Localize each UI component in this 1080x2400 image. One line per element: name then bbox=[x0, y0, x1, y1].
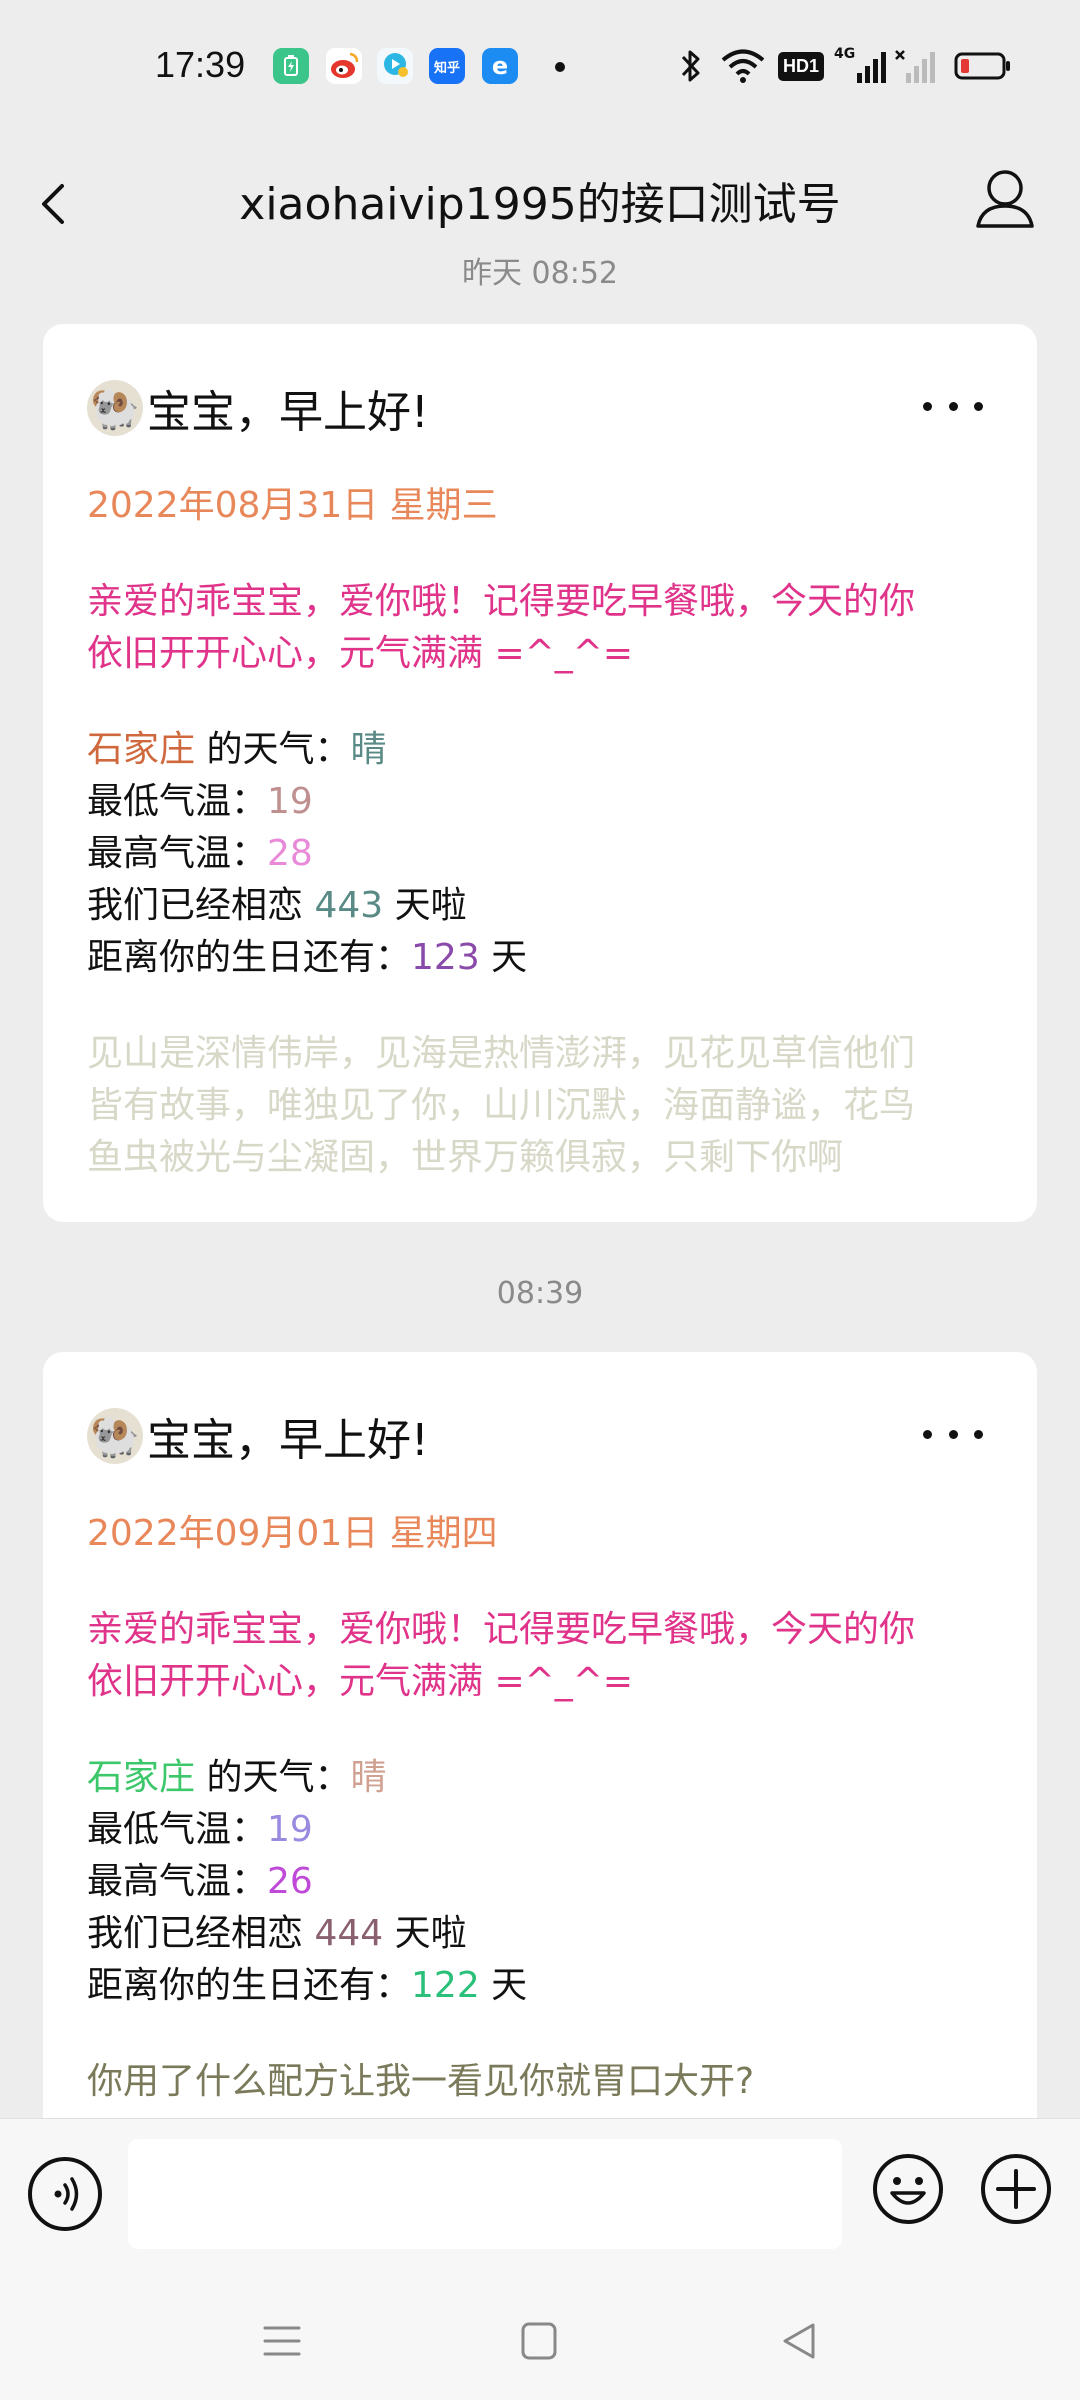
voice-input-button[interactable] bbox=[28, 2157, 102, 2231]
back-triangle-icon bbox=[783, 2323, 815, 2359]
message-date: 2022年08月31日 星期三 bbox=[87, 485, 498, 526]
message-card[interactable]: 🐏 宝宝，早上好! 2022年09月01日 星期四 亲爱的乖宝宝，爱你哦！记得要… bbox=[43, 1352, 1037, 2152]
love-days-line: 我们已经相恋 444 天啦 bbox=[87, 1913, 467, 1954]
city-name: 石家庄 bbox=[87, 729, 196, 770]
card-title: 宝宝，早上好! bbox=[147, 387, 429, 438]
low-temp-value: 19 bbox=[267, 1809, 313, 1850]
birthday-value: 123 bbox=[411, 937, 480, 978]
quote-line: 你用了什么配方让我一看见你就胃口大开? bbox=[87, 2061, 755, 2102]
notification-dot-icon bbox=[555, 62, 565, 72]
more-options-button[interactable] bbox=[923, 386, 983, 426]
birthday-line: 距离你的生日还有：123 天 bbox=[87, 937, 528, 978]
love-message-line: 依旧开开心心，元气满满 =^_^= bbox=[87, 633, 634, 674]
video-app-icon bbox=[377, 48, 413, 84]
home-square-icon bbox=[521, 2322, 557, 2360]
quote-line: 皆有故事，唯独见了你，山川沉默，海面静谧，花鸟 bbox=[87, 1085, 916, 1126]
weather-value: 晴 bbox=[350, 729, 387, 770]
high-temp-line: 最高气温：28 bbox=[87, 833, 313, 874]
love-days-value: 444 bbox=[314, 1913, 384, 1954]
bluetooth-icon bbox=[678, 46, 704, 86]
battery-icon bbox=[954, 46, 1012, 86]
zhihu-icon: 知乎 bbox=[429, 48, 465, 84]
birthday-value: 122 bbox=[411, 1965, 480, 2006]
home-button[interactable] bbox=[515, 2316, 565, 2366]
more-functions-button[interactable] bbox=[978, 2151, 1054, 2227]
emoji-button[interactable] bbox=[870, 2151, 946, 2227]
love-days-line: 我们已经相恋 443 天啦 bbox=[87, 885, 467, 926]
weather-value: 晴 bbox=[350, 1757, 387, 1798]
status-time: 17:39 bbox=[155, 44, 246, 85]
weather-line: 石家庄 的天气：晴 bbox=[87, 729, 387, 770]
low-temp-line: 最低气温：19 bbox=[87, 781, 313, 822]
love-message-line: 亲爱的乖宝宝，爱你哦！记得要吃早餐哦，今天的你 bbox=[87, 581, 916, 622]
city-name: 石家庄 bbox=[87, 1757, 196, 1798]
love-message-line: 亲爱的乖宝宝，爱你哦！记得要吃早餐哦，今天的你 bbox=[87, 1609, 916, 1650]
battery-saver-icon bbox=[273, 48, 309, 84]
sheep-avatar-icon: 🐏 bbox=[87, 1408, 143, 1464]
message-input-bar bbox=[0, 2118, 1080, 2278]
menu-icon bbox=[263, 2326, 301, 2356]
weather-line: 石家庄 的天气：晴 bbox=[87, 1757, 387, 1798]
message-timestamp: 08:39 bbox=[496, 1276, 584, 1311]
sheep-avatar-icon: 🐏 bbox=[87, 380, 143, 436]
message-date: 2022年09月01日 星期四 bbox=[87, 1513, 498, 1554]
low-temp-line: 最低气温：19 bbox=[87, 1809, 313, 1850]
card-title: 宝宝，早上好! bbox=[147, 1415, 429, 1466]
message-text-input[interactable] bbox=[128, 2139, 842, 2249]
message-timestamp: 昨天 08:52 bbox=[462, 256, 618, 291]
smiley-icon bbox=[873, 2154, 943, 2224]
love-days-value: 443 bbox=[314, 885, 384, 926]
menu-button[interactable] bbox=[257, 2316, 307, 2366]
high-temp-line: 最高气温：26 bbox=[87, 1861, 313, 1902]
more-options-button[interactable] bbox=[923, 1414, 983, 1454]
back-nav-button[interactable] bbox=[775, 2316, 825, 2366]
quote-line: 见山是深情伟岸，见海是热情澎湃，见花见草信他们 bbox=[87, 1033, 916, 1074]
signal-4g-icon: 4G bbox=[834, 46, 887, 86]
hd-badge: HD1 bbox=[778, 46, 825, 86]
browser-icon: e bbox=[482, 48, 518, 84]
profile-button[interactable] bbox=[960, 150, 1050, 250]
system-navigation-bar bbox=[0, 2278, 1080, 2400]
birthday-line: 距离你的生日还有：122 天 bbox=[87, 1965, 528, 2006]
message-card[interactable]: 🐏 宝宝，早上好! 2022年08月31日 星期三 亲爱的乖宝宝，爱你哦！记得要… bbox=[43, 324, 1037, 1222]
user-icon bbox=[976, 170, 1034, 228]
plus-icon bbox=[981, 2154, 1051, 2224]
high-temp-value: 26 bbox=[267, 1861, 313, 1902]
status-bar: 17:39 知乎 e HD1 4G bbox=[0, 0, 1080, 140]
quote-line: 鱼虫被光与尘凝固，世界万籁俱寂，只剩下你啊 bbox=[87, 1137, 844, 1178]
love-message-line: 依旧开开心心，元气满满 =^_^= bbox=[87, 1661, 634, 1702]
weibo-icon bbox=[326, 48, 362, 84]
wifi-icon bbox=[720, 46, 766, 86]
high-temp-value: 28 bbox=[267, 833, 313, 874]
signal-empty-icon bbox=[894, 46, 938, 86]
voice-icon bbox=[54, 2177, 79, 2211]
low-temp-value: 19 bbox=[267, 781, 313, 822]
